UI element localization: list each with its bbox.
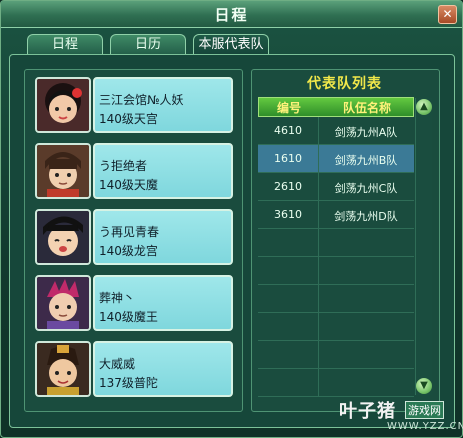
team-id: 2610 (274, 180, 302, 193)
tab-calendar[interactable]: 日历 (110, 34, 186, 54)
scroll-up-icon[interactable]: ▲ (416, 99, 432, 115)
table-row[interactable]: 2610 剑荡九州C队 (258, 173, 414, 201)
team-name: 剑荡九州A队 (334, 126, 398, 139)
watermark-url: WWW.YZZ.CN (387, 421, 463, 432)
member-info: 三江会馆№人妖 140级天宫 (93, 77, 233, 133)
member-info: う再见青春 140级龙宫 (93, 209, 233, 265)
column-header-team-name: 队伍名称 (342, 101, 391, 115)
tab-schedule[interactable]: 日程 (27, 34, 103, 54)
avatar (35, 77, 91, 133)
team-id: 1610 (274, 152, 302, 165)
team-id: 4610 (274, 124, 302, 137)
member-name: 葬神丶 (99, 291, 136, 305)
avatar (35, 209, 91, 265)
watermark-logo: 叶子猪 (339, 401, 396, 422)
member-info: 大威威 137级普陀 (93, 341, 233, 397)
member-card[interactable]: 葬神丶 140级魔王 (35, 275, 233, 331)
avatar (35, 341, 91, 397)
team-name: 剑荡九州B队 (334, 154, 398, 167)
schedule-window: 日程 ✕ 日程 日历 本服代表队 三江会馆№人妖 140级天宫 う拒绝者 140… (0, 0, 463, 438)
member-card[interactable]: 大威威 137级普陀 (35, 341, 233, 397)
table-row-selected[interactable]: 1610 剑荡九州B队 (258, 145, 414, 173)
table-row (258, 285, 414, 313)
table-row (258, 229, 414, 257)
team-list-scrollbar[interactable]: ▲ ▼ (415, 98, 432, 395)
scroll-down-icon[interactable]: ▼ (416, 378, 432, 394)
table-row[interactable]: 3610 剑荡九州D队 (258, 201, 414, 229)
member-card[interactable]: 三江会馆№人妖 140级天宫 (35, 77, 233, 133)
team-name: 剑荡九州D队 (334, 210, 398, 223)
team-name: 剑荡九州C队 (334, 182, 398, 195)
title-bar[interactable]: 日程 ✕ (1, 1, 462, 28)
member-name: う拒绝者 (99, 159, 148, 173)
watermark-badge: 游戏网 (405, 401, 444, 419)
tab-server-team[interactable]: 本服代表队 (193, 34, 269, 54)
avatar (35, 275, 91, 331)
member-level: 140级天魔 (99, 178, 158, 192)
member-name: う再见青春 (99, 225, 160, 239)
column-header-id: 编号 (276, 101, 301, 115)
member-level: 140级魔王 (99, 310, 158, 324)
team-id: 3610 (274, 208, 302, 221)
table-row (258, 257, 414, 285)
table-row (258, 341, 414, 369)
window-title: 日程 (214, 6, 249, 24)
team-list-title: 代表队列表 (307, 76, 382, 92)
table-row[interactable]: 4610 剑荡九州A队 (258, 117, 414, 145)
member-name: 大威威 (99, 357, 136, 371)
close-button[interactable]: ✕ (438, 5, 457, 24)
member-info: う拒绝者 140级天魔 (93, 143, 233, 199)
table-row (258, 369, 414, 397)
team-table-header: 编号 队伍名称 (258, 97, 414, 117)
member-level: 140级龙宫 (99, 244, 158, 258)
member-info: 葬神丶 140级魔王 (93, 275, 233, 331)
table-row (258, 313, 414, 341)
member-level: 140级天宫 (99, 112, 158, 126)
member-card[interactable]: う再见青春 140级龙宫 (35, 209, 233, 265)
avatar (35, 143, 91, 199)
member-level: 137级普陀 (99, 376, 158, 390)
member-card[interactable]: う拒绝者 140级天魔 (35, 143, 233, 199)
member-name: 三江会馆№人妖 (99, 93, 184, 107)
